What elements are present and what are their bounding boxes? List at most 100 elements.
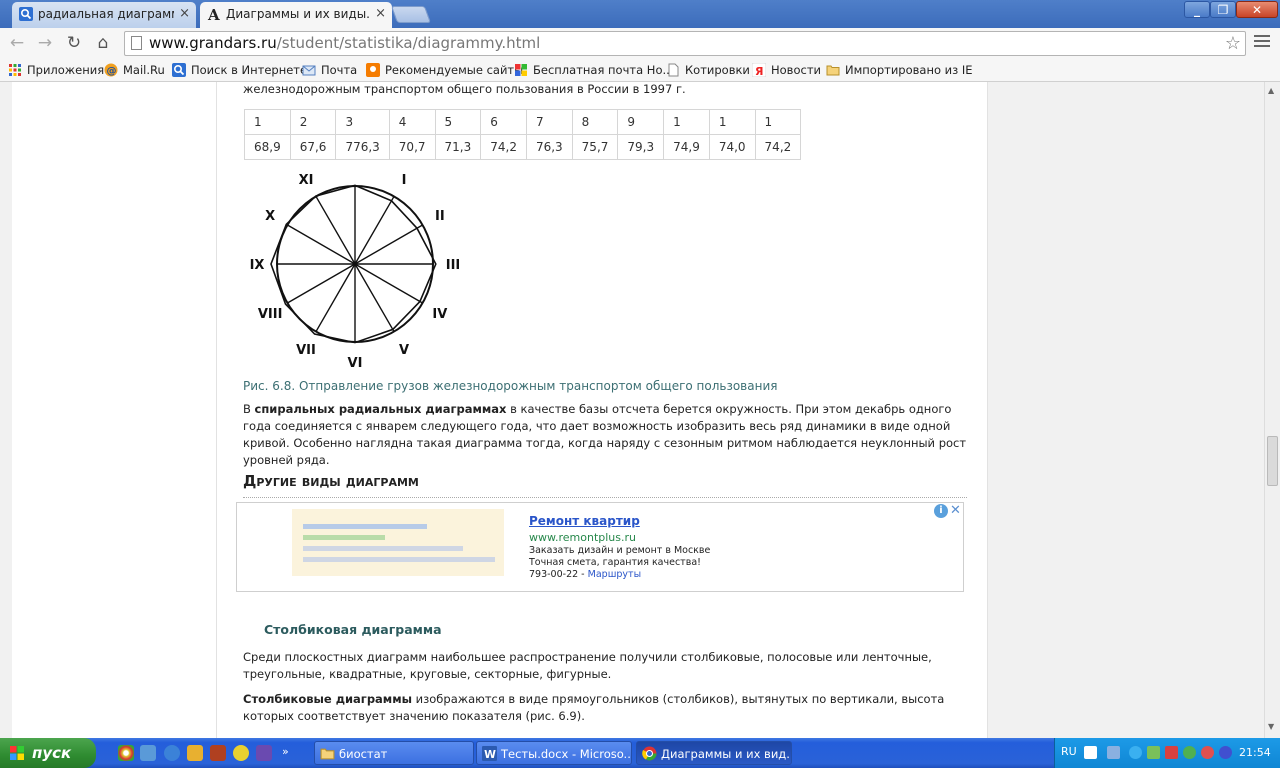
scroll-down-icon[interactable]: ▼ <box>1268 722 1274 731</box>
bookmark-news[interactable]: Я Новости <box>752 62 821 78</box>
explorer-icon[interactable] <box>140 745 156 761</box>
update-icon[interactable] <box>1201 746 1214 759</box>
page-viewport: железнодорожным транспортом общего польз… <box>0 82 1264 738</box>
task-biostat[interactable]: биостат <box>314 741 474 765</box>
month-label: XII <box>345 174 365 175</box>
chrome-icon[interactable] <box>118 745 134 761</box>
bookmark-imported-ie[interactable]: Импортировано из IE <box>826 62 973 78</box>
figure-caption: Рис. 6.8. Отправление грузов железнодоро… <box>243 379 778 393</box>
menu-icon[interactable] <box>1254 35 1270 49</box>
subsection-heading: Столбиковая диаграмма <box>264 622 442 637</box>
scroll-up-icon[interactable]: ▲ <box>1268 86 1274 95</box>
bookmark-free-mail[interactable]: Бесплатная почта Но... <box>514 62 673 78</box>
bold-term: Столбиковые диаграммы <box>243 692 413 706</box>
tab-diagrams[interactable]: A Диаграммы и их виды. Лин × <box>200 2 392 28</box>
divider <box>243 497 967 498</box>
table-cell: 2 <box>289 109 337 135</box>
radius-line <box>287 224 356 265</box>
ad-title-link[interactable]: Ремонт квартир <box>529 514 640 528</box>
ad-routes-link[interactable]: Маршруты <box>588 569 641 580</box>
volume-icon[interactable] <box>1147 746 1160 759</box>
minimize-button[interactable]: _ <box>1184 1 1210 18</box>
language-indicator[interactable]: RU <box>1061 745 1077 758</box>
radius-line <box>354 196 395 265</box>
close-icon[interactable]: × <box>179 2 190 26</box>
table-cell: 74,9 <box>663 134 710 160</box>
table-cell: 67,6 <box>289 134 337 160</box>
new-tab-button[interactable] <box>390 6 432 23</box>
windows-logo-icon <box>10 746 24 760</box>
app-icon[interactable] <box>210 745 226 761</box>
bookmark-recommended[interactable]: Рекомендуемые сайты <box>366 62 523 78</box>
table-cell: 4 <box>388 109 436 135</box>
address-bar[interactable]: www.grandars.ru/student/statistika/diagr… <box>124 31 1246 56</box>
bookmark-search[interactable]: Поиск в Интернете <box>172 62 307 78</box>
paragraph-bar-diagrams: Столбиковые диаграммы изображаются в вид… <box>243 691 978 725</box>
ad-url[interactable]: www.remontplus.ru <box>529 531 636 544</box>
month-label: IV <box>432 307 447 322</box>
month-label: I <box>402 174 407 188</box>
security-icon[interactable] <box>1165 746 1178 759</box>
reload-icon[interactable]: ↻ <box>63 32 85 54</box>
bluetooth-icon[interactable] <box>1219 746 1232 759</box>
start-button[interactable]: пуск <box>0 738 96 768</box>
chevron-right-icon[interactable]: » <box>282 745 292 761</box>
ie-icon[interactable] <box>164 745 180 761</box>
bookmark-star-icon[interactable]: ☆ <box>1225 32 1241 55</box>
bookmarks-bar: Приложения @ Mail.Ru Поиск в Интернете П… <box>0 58 1280 82</box>
tab-radial-diagram[interactable]: радиальная диаграмма - 10 × <box>12 2 196 28</box>
task-word-tests[interactable]: W Тесты.docx - Microso... <box>476 741 632 765</box>
page-icon <box>131 36 142 50</box>
table-cell: 1 <box>663 109 710 135</box>
home-icon[interactable]: ⌂ <box>92 32 114 54</box>
ad-banner[interactable]: Ремонт квартир www.remontplus.ru Заказат… <box>236 502 964 592</box>
svg-text:@: @ <box>107 66 117 77</box>
ad-phone: 793-00-22 - Маршруты <box>529 569 641 580</box>
back-icon[interactable]: ← <box>6 32 28 54</box>
vertical-scrollbar[interactable]: ▲ ▼ <box>1264 82 1280 738</box>
bluetooth-icon[interactable] <box>1129 746 1142 759</box>
table-cell: 75,7 <box>571 134 619 160</box>
clock: 21:54 <box>1239 746 1271 759</box>
close-icon[interactable]: ✕ <box>950 503 961 518</box>
bookmark-label: Рекомендуемые сайты <box>385 63 524 77</box>
table-cell: 74,0 <box>708 134 756 160</box>
radius-line <box>287 263 356 304</box>
info-icon[interactable]: i <box>934 504 948 518</box>
forward-icon[interactable]: → <box>34 32 56 54</box>
bookmark-quotes[interactable]: Котировки <box>666 62 750 78</box>
bookmark-label: Бесплатная почта Но... <box>533 63 674 77</box>
site-logo-icon: A <box>207 7 220 21</box>
bookmark-mailru[interactable]: @ Mail.Ru <box>104 62 165 78</box>
bookmark-apps[interactable]: Приложения <box>8 62 104 78</box>
maximize-button[interactable]: ❐ <box>1210 1 1236 18</box>
recommended-icon <box>366 63 380 77</box>
antivirus-icon[interactable] <box>1183 746 1196 759</box>
bookmark-mail[interactable]: Почта <box>302 62 357 78</box>
ad-image[interactable] <box>292 509 504 576</box>
app-icon[interactable] <box>256 745 272 761</box>
svg-text:W: W <box>484 748 496 761</box>
table-cell: 1 <box>708 109 756 135</box>
table-cell: 68,9 <box>244 134 291 160</box>
media-icon[interactable] <box>233 745 249 761</box>
toolbar: ← → ↻ ⌂ www.grandars.ru/student/statisti… <box>0 28 1280 58</box>
app-icon[interactable] <box>187 745 203 761</box>
close-window-button[interactable]: ✕ <box>1236 1 1278 18</box>
mailru-icon: @ <box>104 63 118 77</box>
tab-title: Диаграммы и их виды. Лин <box>226 7 370 21</box>
radial-chart: IIIIIIIVVVIVIIVIIIIXXXIXII <box>250 160 461 371</box>
radial-diagram: IIIIIIIVVVIVIIVIIIIXXXIXII <box>245 160 465 371</box>
table-cell: 7 <box>525 109 573 135</box>
task-chrome-diagrams[interactable]: Диаграммы и их вид... <box>636 741 792 765</box>
url-host: www.grandars.ru <box>149 34 277 52</box>
bookmark-label: Поиск в Интернете <box>191 63 308 77</box>
help-icon[interactable] <box>1084 746 1097 759</box>
radius-line <box>354 263 395 332</box>
search-icon <box>172 63 186 77</box>
bookmark-label: Котировки <box>685 63 750 77</box>
network-icon[interactable] <box>1107 746 1120 759</box>
month-label: III <box>446 258 461 273</box>
close-icon[interactable]: × <box>375 2 386 26</box>
scroll-thumb[interactable] <box>1267 436 1278 486</box>
